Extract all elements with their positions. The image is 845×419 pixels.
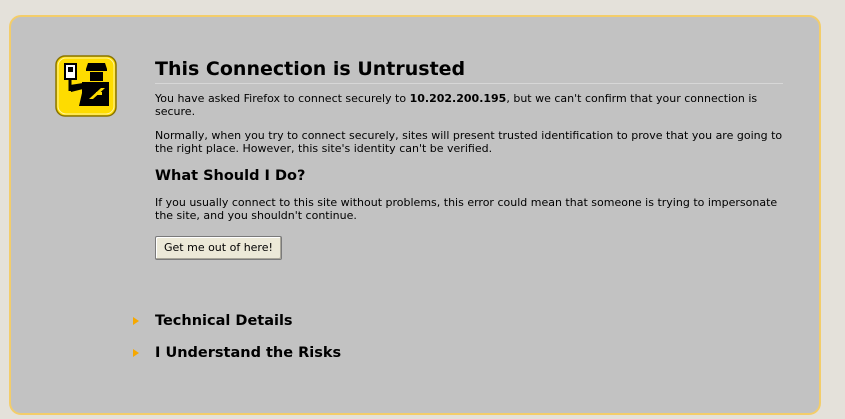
page-title: This Connection is Untrusted [155, 56, 783, 84]
expand-arrow-icon [133, 317, 139, 325]
browser-content: This Connection is Untrusted You have as… [0, 0, 845, 419]
expand-arrow-icon [133, 349, 139, 357]
policeman-id-badge-icon [55, 55, 117, 117]
understand-risks-label: I Understand the Risks [155, 345, 342, 361]
get-me-out-button[interactable]: Get me out of here! [155, 236, 282, 260]
host-address: 10.202.200.195 [409, 92, 507, 105]
error-content: This Connection is Untrusted You have as… [155, 56, 783, 260]
understand-risks-expander[interactable]: I Understand the Risks [133, 343, 341, 363]
technical-details-label: Technical Details [155, 313, 293, 329]
intro-prefix: You have asked Firefox to connect secure… [155, 92, 410, 105]
what-should-i-do-heading: What Should I Do? [155, 168, 306, 184]
what-should-i-do-text: If you usually connect to this site with… [155, 196, 778, 222]
normal-explanation-text: Normally, when you try to connect secure… [155, 129, 783, 155]
technical-details-expander[interactable]: Technical Details [133, 311, 293, 331]
intro-text: You have asked Firefox to connect secure… [155, 92, 783, 118]
